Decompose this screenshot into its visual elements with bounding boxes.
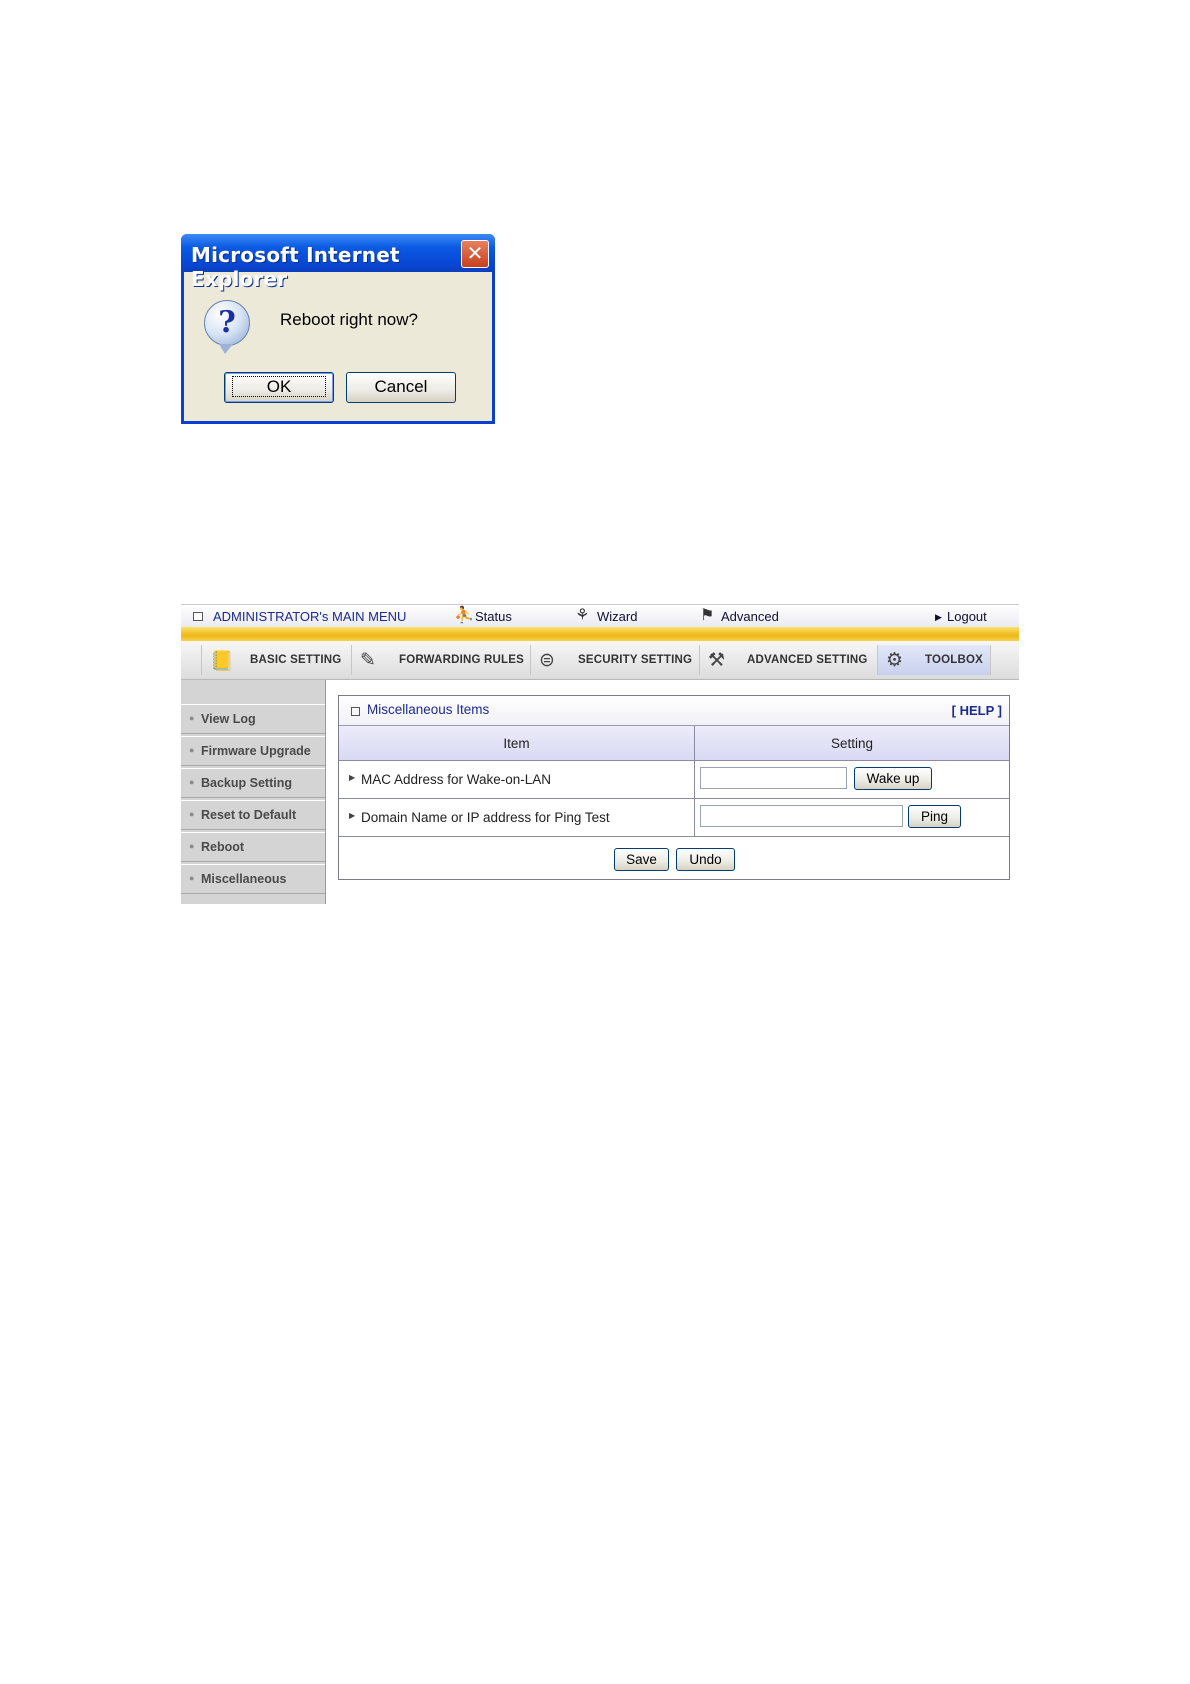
triangle-icon: ▶: [349, 773, 356, 782]
tab-forwarding-rules[interactable]: ✎ FORWARDING RULES: [351, 645, 530, 675]
action-row: Save Undo: [339, 837, 1009, 882]
menu-square-icon: [193, 612, 203, 621]
sidebar-item-firmware-upgrade[interactable]: ● Firmware Upgrade: [181, 736, 325, 766]
row-label-cell: ▶ Domain Name or IP address for Ping Tes…: [339, 798, 695, 837]
router-admin-ui: ADMINISTRATOR's MAIN MENU ⛹ Status ⚘ Wiz…: [181, 604, 1019, 904]
sidebar-item-label: View Log: [201, 712, 256, 726]
sidebar-item-label: Backup Setting: [201, 776, 292, 790]
tab-label: TOOLBOX: [925, 654, 984, 666]
table-row: ▶ MAC Address for Wake-on-LAN Wake up: [339, 760, 1009, 799]
sidebar-item-miscellaneous[interactable]: ● Miscellaneous: [181, 864, 325, 894]
save-button[interactable]: Save: [614, 848, 669, 871]
miscellaneous-panel: Miscellaneous Items [ HELP ] Item Settin…: [338, 695, 1010, 880]
panel-header: Miscellaneous Items [ HELP ]: [339, 696, 1009, 726]
main-menu-bar: ADMINISTRATOR's MAIN MENU ⛹ Status ⚘ Wiz…: [181, 604, 1019, 627]
dialog-title: Microsoft Internet Explorer: [191, 243, 400, 291]
cancel-button[interactable]: Cancel: [346, 372, 456, 403]
nav-logout[interactable]: Logout: [947, 609, 987, 624]
panel-title: Miscellaneous Items: [367, 702, 490, 717]
wizard-icon: ⚘: [575, 607, 590, 624]
tab-advanced-setting[interactable]: ⚒ ADVANCED SETTING: [699, 645, 877, 675]
dialog-message: Reboot right now?: [280, 310, 418, 329]
tab-security-setting[interactable]: ⊜ SECURITY SETTING: [530, 645, 699, 675]
close-icon[interactable]: ✕: [461, 240, 489, 268]
ok-button[interactable]: OK: [224, 372, 334, 403]
sidebar-item-label: Firmware Upgrade: [201, 744, 311, 758]
advanced-setting-icon: ⚒: [708, 650, 726, 671]
tab-toolbox[interactable]: ⚙ TOOLBOX: [877, 645, 991, 675]
table-row: ▶ Domain Name or IP address for Ping Tes…: [339, 798, 1009, 837]
status-icon: ⛹: [454, 607, 474, 624]
sidebar-item-backup-setting[interactable]: ● Backup Setting: [181, 768, 325, 798]
help-link[interactable]: [ HELP ]: [952, 703, 1002, 718]
ping-label: Domain Name or IP address for Ping Test: [361, 810, 610, 825]
nav-status[interactable]: Status: [475, 609, 512, 624]
sidebar-item-reset-to-default[interactable]: ● Reset to Default: [181, 800, 325, 830]
bullet-icon: ●: [189, 873, 195, 883]
question-icon: ?: [204, 300, 250, 354]
sidebar-item-label: Reset to Default: [201, 808, 297, 822]
tab-label: SECURITY SETTING: [578, 654, 693, 666]
undo-button[interactable]: Undo: [676, 848, 735, 871]
triangle-icon: ▶: [349, 811, 356, 820]
misc-items-table: Item Setting ▶ MAC Address for Wake-on-L…: [339, 726, 1009, 837]
admin-main-menu: ADMINISTRATOR's MAIN MENU: [213, 609, 407, 624]
tab-label: FORWARDING RULES: [399, 654, 525, 666]
column-header-item: Item: [339, 726, 695, 761]
logout-arrow-icon: ▶: [935, 612, 942, 622]
row-setting-cell: Ping: [694, 798, 1009, 837]
sidebar-item-label: Miscellaneous: [201, 872, 287, 886]
ping-button[interactable]: Ping: [908, 805, 961, 828]
tab-basic-setting[interactable]: 📒 BASIC SETTING: [201, 645, 351, 675]
notebook-icon: 📒: [210, 651, 234, 672]
dialog-titlebar: Microsoft Internet Explorer ✕: [181, 234, 495, 291]
mac-address-input[interactable]: [700, 767, 847, 789]
nav-advanced[interactable]: Advanced: [721, 609, 779, 624]
sidebar-item-label: Reboot: [201, 840, 245, 854]
bullet-icon: ●: [189, 841, 195, 851]
forwarding-icon: ✎: [360, 650, 376, 671]
column-header-setting: Setting: [694, 726, 1009, 761]
bullet-icon: ●: [189, 809, 195, 819]
toolbox-sidebar: ● View Log ● Firmware Upgrade ● Backup S…: [181, 680, 326, 904]
panel-square-icon: [351, 707, 360, 716]
security-icon: ⊜: [539, 650, 555, 671]
tab-label: ADVANCED SETTING: [747, 654, 868, 666]
wake-up-button[interactable]: Wake up: [854, 767, 932, 790]
row-label-cell: ▶ MAC Address for Wake-on-LAN: [339, 760, 695, 799]
ok-button-label: OK: [231, 376, 327, 397]
ping-host-input[interactable]: [700, 805, 903, 827]
bullet-icon: ●: [189, 745, 195, 755]
settings-tab-bar: 📒 BASIC SETTING ✎ FORWARDING RULES ⊜ SEC…: [181, 641, 1019, 680]
advanced-icon: ⚑: [700, 607, 715, 624]
bullet-icon: ●: [189, 777, 195, 787]
wol-label: MAC Address for Wake-on-LAN: [361, 772, 552, 787]
sidebar-item-view-log[interactable]: ● View Log: [181, 704, 325, 734]
nav-wizard[interactable]: Wizard: [597, 609, 637, 624]
tab-label: BASIC SETTING: [250, 654, 342, 666]
bullet-icon: ●: [189, 713, 195, 723]
row-setting-cell: Wake up: [694, 760, 1009, 799]
table-header-row: Item Setting: [339, 726, 1009, 761]
toolbox-icon: ⚙: [886, 650, 904, 671]
reboot-confirm-dialog: Microsoft Internet Explorer ✕ ? Reboot r…: [181, 234, 495, 424]
sidebar-item-reboot[interactable]: ● Reboot: [181, 832, 325, 862]
accent-bar: [181, 627, 1019, 641]
